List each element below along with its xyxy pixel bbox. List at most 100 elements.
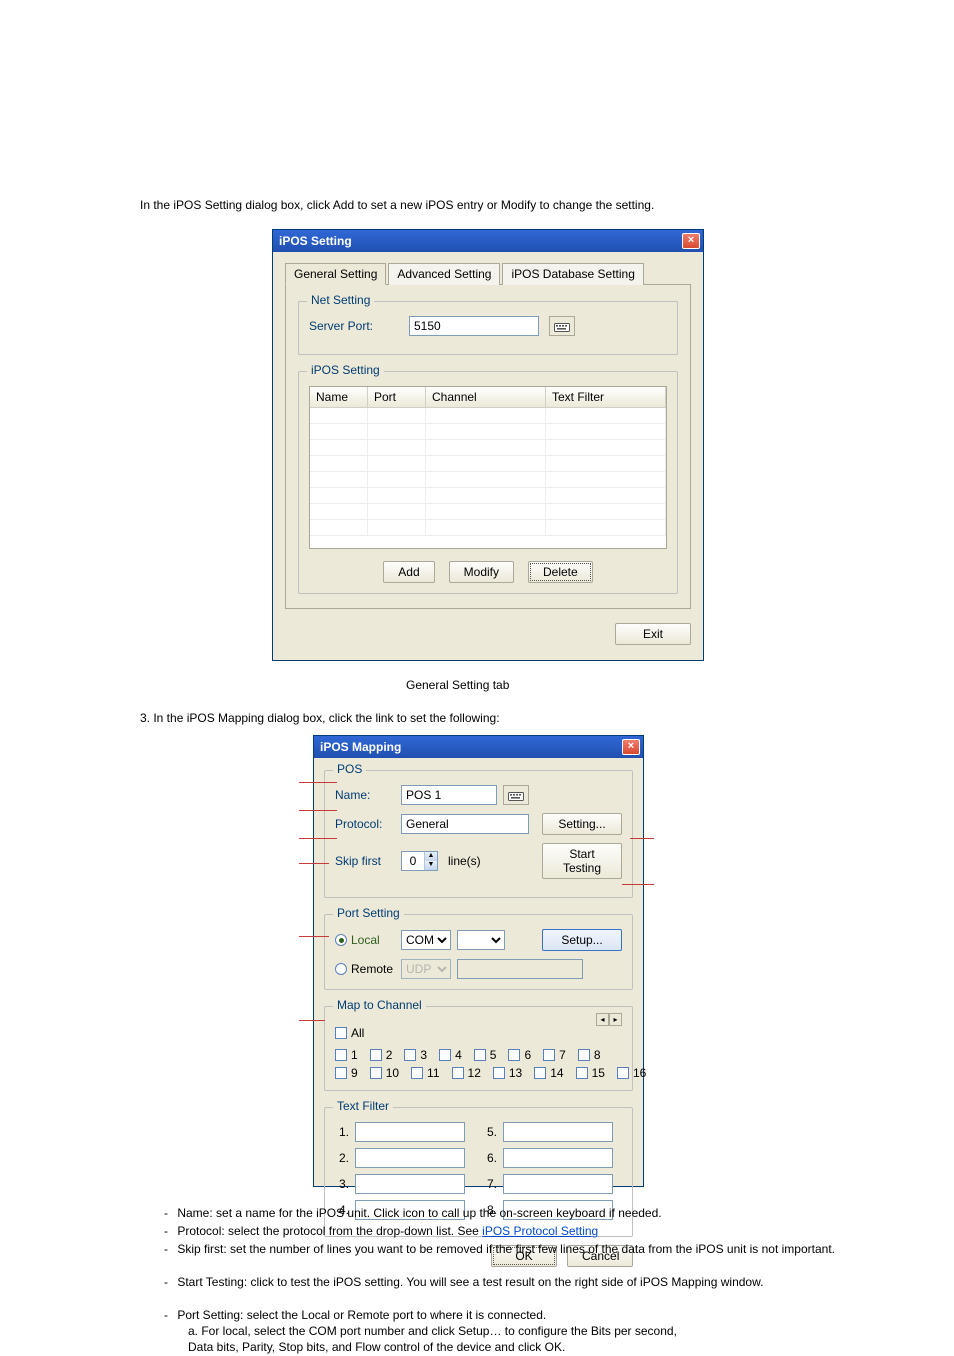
checkbox-ch3[interactable]: 3 xyxy=(404,1048,427,1062)
dialog-ipos-setting: iPOS Setting × General Setting Advanced … xyxy=(272,229,704,661)
exit-button[interactable]: Exit xyxy=(615,623,691,645)
tab-general-setting[interactable]: General Setting xyxy=(285,263,386,285)
checkbox-ch7[interactable]: 7 xyxy=(543,1048,566,1062)
tf-input-1[interactable] xyxy=(355,1122,465,1142)
checkbox-ch4[interactable]: 4 xyxy=(439,1048,462,1062)
input-skip-first[interactable] xyxy=(402,852,424,870)
callout-line-start-testing xyxy=(630,838,654,839)
callout-line-protocol xyxy=(299,810,337,811)
checkbox-ch5[interactable]: 5 xyxy=(474,1048,497,1062)
tf-label-3: 3. xyxy=(335,1177,349,1191)
checkbox-ch10[interactable]: 10 xyxy=(370,1066,399,1080)
tf-label-5: 5. xyxy=(483,1125,497,1139)
bullet-skip: Skip first: set the number of lines you … xyxy=(177,1242,835,1256)
bullet-start-testing: Start Testing: click to test the iPOS se… xyxy=(177,1275,763,1289)
th-text-filter[interactable]: Text Filter xyxy=(546,387,666,407)
bullet-port-local-a2: Data bits, Parity, Stop bits, and Flow c… xyxy=(188,1339,838,1356)
tf-input-5[interactable] xyxy=(503,1122,613,1142)
ipos-table: Name Port Channel Text Filter xyxy=(309,386,667,549)
page-left-icon[interactable]: ◂ xyxy=(596,1013,609,1026)
callout-line-textfilter xyxy=(299,1020,325,1021)
tf-input-2[interactable] xyxy=(355,1148,465,1168)
bullet-name: Name: set a name for the iPOS unit. Clic… xyxy=(177,1206,661,1220)
keyboard-icon[interactable] xyxy=(549,316,575,336)
callout-line-port xyxy=(299,863,329,864)
input-remote-address xyxy=(457,959,583,979)
select-com-number[interactable] xyxy=(457,930,505,950)
label-protocol: Protocol: xyxy=(335,817,401,831)
label-remote: Remote xyxy=(351,962,393,976)
legend-map-to-channel: Map to Channel xyxy=(333,998,426,1012)
input-pos-name[interactable] xyxy=(401,785,497,805)
label-skip-first: Skip first xyxy=(335,854,401,868)
setup-button[interactable]: Setup... xyxy=(542,929,622,951)
start-testing-button[interactable]: Start Testing xyxy=(542,843,622,879)
input-server-port[interactable] xyxy=(409,316,539,336)
skip-first-spinner[interactable]: ▲ ▼ xyxy=(401,851,438,871)
paragraph-intro: In the iPOS Setting dialog box, click Ad… xyxy=(140,197,820,214)
tf-label-7: 7. xyxy=(483,1177,497,1191)
tabs: General Setting Advanced Setting iPOS Da… xyxy=(285,262,691,285)
paragraph-step3: 3. In the iPOS Mapping dialog box, click… xyxy=(140,710,820,727)
th-name[interactable]: Name xyxy=(310,387,368,407)
tf-input-6[interactable] xyxy=(503,1148,613,1168)
dialog-title: iPOS Mapping xyxy=(320,740,401,754)
checkbox-all[interactable]: All xyxy=(335,1026,364,1040)
checkbox-ch15[interactable]: 15 xyxy=(576,1066,605,1080)
bullet-port-local-a: a. For local, select the COM port number… xyxy=(188,1323,838,1340)
tf-label-1: 1. xyxy=(335,1125,349,1139)
table-body[interactable] xyxy=(310,408,666,548)
label-server-port: Server Port: xyxy=(309,319,409,333)
input-protocol[interactable] xyxy=(401,814,529,834)
tab-ipos-database-setting[interactable]: iPOS Database Setting xyxy=(502,263,643,285)
delete-button[interactable]: Delete xyxy=(528,561,593,583)
label-name: Name: xyxy=(335,788,401,802)
setting-button[interactable]: Setting... xyxy=(542,813,622,835)
checkbox-ch9[interactable]: 9 xyxy=(335,1066,358,1080)
keyboard-svg-icon xyxy=(554,321,570,332)
radio-remote[interactable]: Remote xyxy=(335,962,401,976)
spin-up-icon[interactable]: ▲ xyxy=(424,852,437,861)
tf-label-2: 2. xyxy=(335,1151,349,1165)
modify-button[interactable]: Modify xyxy=(449,561,514,583)
checkbox-ch8[interactable]: 8 xyxy=(578,1048,601,1062)
link-ipos-protocol-setting[interactable]: iPOS Protocol Setting xyxy=(482,1224,598,1238)
checkbox-ch2[interactable]: 2 xyxy=(370,1048,393,1062)
checkbox-ch16[interactable]: 16 xyxy=(617,1066,646,1080)
radio-local[interactable]: Local xyxy=(335,933,401,947)
callout-line-name xyxy=(299,782,337,783)
tf-label-6: 6. xyxy=(483,1151,497,1165)
th-channel[interactable]: Channel xyxy=(426,387,546,407)
bullet-port-setting: Port Setting: select the Local or Remote… xyxy=(177,1308,546,1322)
tf-input-7[interactable] xyxy=(503,1174,613,1194)
callout-line-skip xyxy=(299,838,337,839)
bullet-protocol: Protocol: select the protocol from the d… xyxy=(177,1224,478,1238)
legend-pos: POS xyxy=(333,762,366,776)
spin-down-icon[interactable]: ▼ xyxy=(424,861,437,870)
checkbox-ch6[interactable]: 6 xyxy=(508,1048,531,1062)
dialog-ipos-mapping: iPOS Mapping × POS Name: Protocol: Setti… xyxy=(313,735,644,1187)
checkbox-ch11[interactable]: 11 xyxy=(411,1066,439,1080)
label-local: Local xyxy=(351,933,380,947)
close-icon[interactable]: × xyxy=(682,233,700,249)
checkbox-ch13[interactable]: 13 xyxy=(493,1066,522,1080)
select-com[interactable]: COM xyxy=(401,930,451,950)
label-lines: line(s) xyxy=(448,854,481,868)
callout-line-map xyxy=(299,936,329,937)
page-right-icon[interactable]: ▸ xyxy=(609,1013,622,1026)
checkbox-ch14[interactable]: 14 xyxy=(534,1066,563,1080)
select-udp: UDP xyxy=(401,959,451,979)
add-button[interactable]: Add xyxy=(383,561,434,583)
caption-general-setting-tab: General Setting tab xyxy=(406,677,606,694)
tf-input-3[interactable] xyxy=(355,1174,465,1194)
close-icon[interactable]: × xyxy=(622,739,640,755)
th-port[interactable]: Port xyxy=(368,387,426,407)
checkbox-ch1[interactable]: 1 xyxy=(335,1048,358,1062)
keyboard-icon[interactable] xyxy=(503,785,529,805)
legend-text-filter: Text Filter xyxy=(333,1099,393,1113)
dialog-title: iPOS Setting xyxy=(279,234,352,248)
tab-advanced-setting[interactable]: Advanced Setting xyxy=(388,263,500,285)
legend-port-setting: Port Setting xyxy=(333,906,404,920)
titlebar: iPOS Mapping × xyxy=(314,736,643,758)
checkbox-ch12[interactable]: 12 xyxy=(452,1066,481,1080)
